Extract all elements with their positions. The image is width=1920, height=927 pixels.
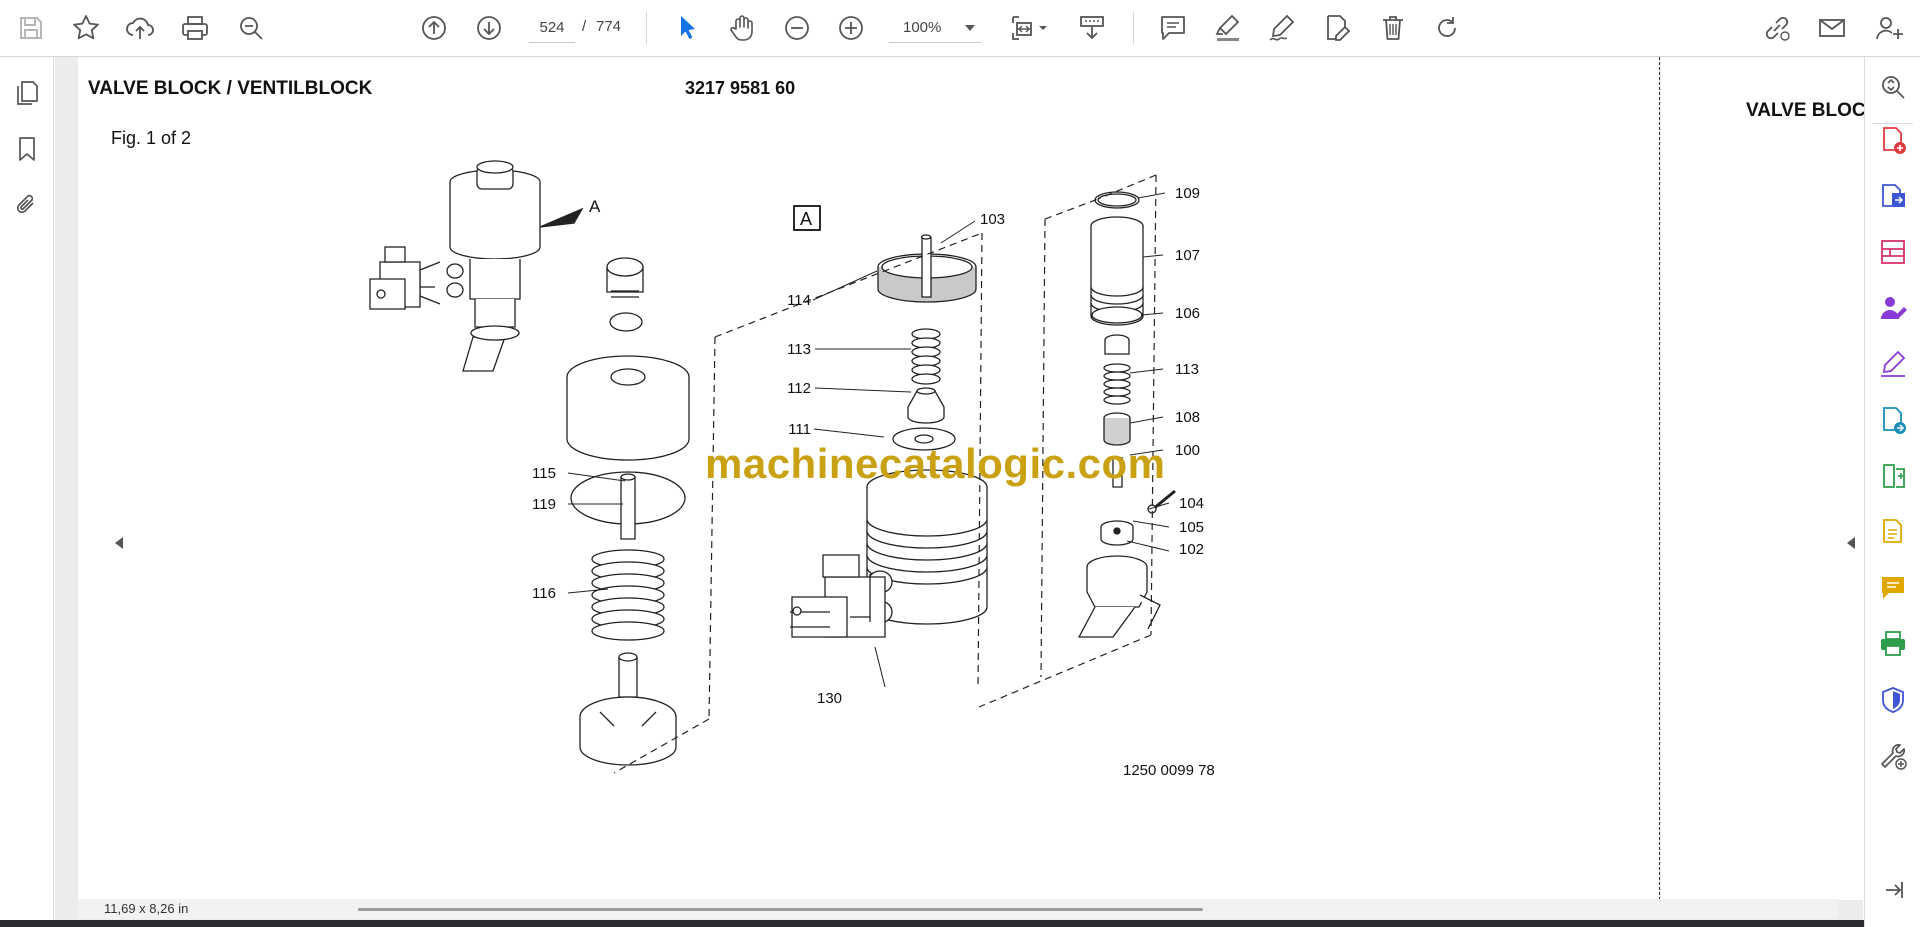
page-number-input[interactable]	[529, 13, 575, 43]
callout-number: 102	[1179, 541, 1204, 558]
page-down-icon[interactable]	[469, 8, 509, 48]
horizontal-scrollbar[interactable]	[358, 908, 1203, 911]
send-for-review-icon[interactable]	[1875, 402, 1911, 438]
expand-panel-icon[interactable]	[1875, 872, 1911, 908]
rotate-icon[interactable]	[1427, 8, 1467, 48]
detail-pointer-letter: A	[589, 197, 601, 216]
status-bar: 11,69 x 8,26 in	[78, 899, 1838, 919]
detail-arrow	[539, 207, 584, 228]
callout-number: 103	[980, 211, 1005, 228]
bookmarks-icon[interactable]	[9, 131, 45, 167]
left-navigation-rail	[0, 57, 54, 927]
callout-number: 108	[1175, 409, 1200, 426]
callout-number: 112	[787, 380, 811, 397]
more-tools-icon[interactable]	[1875, 738, 1911, 774]
middle-assembly-drawing	[790, 234, 988, 638]
callout-number: 109	[1175, 185, 1200, 202]
print-production-icon[interactable]	[1875, 626, 1911, 662]
pages-thumbnail-icon[interactable]	[9, 75, 45, 111]
zoom-level-dropdown[interactable]: 100%	[889, 13, 981, 43]
callout-number: 114	[787, 292, 811, 309]
collapse-left-panel-icon[interactable]	[115, 537, 123, 549]
callout-number: 116	[532, 585, 556, 602]
account-icon[interactable]	[1869, 8, 1909, 48]
toolbar-divider	[646, 12, 647, 44]
page-size-label: 11,69 x 8,26 in	[104, 901, 189, 916]
bookmark-star-icon[interactable]	[66, 8, 106, 48]
detail-marker-letter: A	[800, 209, 812, 229]
highlight-icon[interactable]	[1208, 8, 1248, 48]
taskbar-edge	[0, 920, 1920, 927]
email-icon[interactable]	[1812, 8, 1852, 48]
request-signature-icon[interactable]	[1875, 290, 1911, 326]
collapse-right-panel-icon[interactable]	[1847, 537, 1855, 549]
callout-number: 119	[532, 496, 556, 513]
save-icon[interactable]	[11, 8, 51, 48]
callout-number: 115	[532, 465, 556, 482]
create-pdf-icon[interactable]	[1875, 122, 1911, 158]
upload-cloud-icon[interactable]	[120, 8, 160, 48]
top-toolbar: / 774 100%	[0, 0, 1920, 57]
fill-sign-icon[interactable]	[1875, 346, 1911, 382]
callout-number: 104	[1179, 495, 1204, 512]
sign-icon[interactable]	[1262, 8, 1302, 48]
zoom-fit-icon[interactable]	[1875, 69, 1911, 105]
select-cursor-icon[interactable]	[667, 8, 707, 48]
zoom-out-icon[interactable]	[777, 8, 817, 48]
fit-page-icon[interactable]	[1003, 8, 1055, 48]
delete-icon[interactable]	[1373, 8, 1413, 48]
right-tools-rail	[1864, 57, 1920, 927]
watermark-text: machinecatalogic.com	[705, 440, 1166, 487]
toolbar-divider	[1133, 12, 1134, 44]
comment-tool-icon[interactable]	[1875, 570, 1911, 606]
callout-number: 113	[787, 341, 811, 358]
right-column-drawing	[1077, 191, 1176, 638]
comment-icon[interactable]	[1153, 8, 1193, 48]
callout-number: 100	[1175, 442, 1200, 459]
compress-icon[interactable]	[1875, 458, 1911, 494]
print-icon[interactable]	[175, 8, 215, 48]
callout-number: 107	[1175, 247, 1200, 264]
document-viewport[interactable]: VALVE BLOCK / VENTILBLOCK 3217 9581 60 F…	[55, 57, 1886, 927]
valve-assembly-drawing	[369, 160, 541, 372]
chevron-down-icon	[965, 24, 975, 31]
hand-tool-icon[interactable]	[722, 8, 762, 48]
drawing-number: 1250 0099 78	[1123, 762, 1215, 779]
callout-number: 130	[817, 690, 842, 707]
page-up-icon[interactable]	[414, 8, 454, 48]
page-total-count: 774	[596, 18, 622, 35]
share-link-icon[interactable]	[1757, 8, 1797, 48]
callout-number: 105	[1179, 519, 1204, 536]
zoom-level-value: 100%	[903, 19, 942, 36]
zoom-search-icon[interactable]	[231, 8, 271, 48]
housing-column-drawing	[566, 257, 690, 766]
callout-number: 111	[788, 421, 811, 438]
export-pdf-icon[interactable]	[1875, 178, 1911, 214]
scroll-mode-icon[interactable]	[1072, 8, 1112, 48]
scan-ocr-icon[interactable]	[1875, 514, 1911, 550]
callout-number: 106	[1175, 305, 1200, 322]
zoom-in-icon[interactable]	[831, 8, 871, 48]
page-separator: /	[582, 18, 587, 35]
callout-number: 113	[1175, 361, 1199, 378]
protect-icon[interactable]	[1875, 682, 1911, 718]
organize-pages-icon[interactable]	[1875, 234, 1911, 270]
attachments-icon[interactable]	[9, 187, 45, 223]
edit-pdf-icon[interactable]	[1317, 8, 1357, 48]
